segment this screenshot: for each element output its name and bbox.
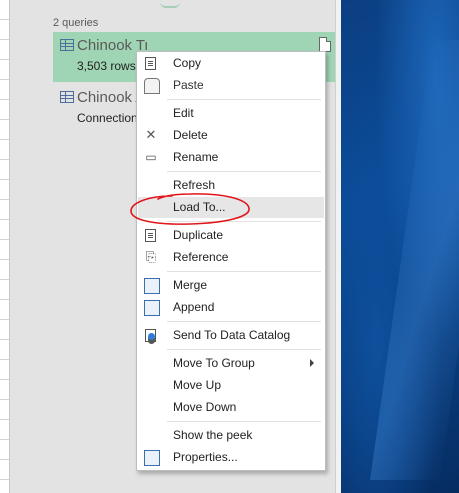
menu-item-label: Delete bbox=[173, 128, 208, 142]
menu-item-duplicate[interactable]: Duplicate bbox=[138, 225, 324, 246]
merge-icon bbox=[144, 278, 160, 294]
page-icon bbox=[319, 37, 331, 52]
menu-separator bbox=[167, 349, 321, 350]
menu-item-label: Copy bbox=[173, 56, 202, 70]
menu-item-label: Refresh bbox=[173, 178, 216, 192]
append-icon bbox=[144, 300, 160, 316]
menu-item-label: Duplicate bbox=[173, 228, 224, 242]
desktop-background bbox=[341, 0, 459, 493]
menu-item-label: Rename bbox=[173, 150, 219, 164]
menu-separator bbox=[167, 421, 321, 422]
desktop-light-beam bbox=[370, 40, 459, 480]
menu-item-append[interactable]: Append bbox=[138, 297, 324, 318]
menu-separator bbox=[167, 171, 321, 172]
menu-item-label: Load To... bbox=[173, 200, 226, 214]
menu-item-label: Move To Group bbox=[173, 356, 255, 370]
menu-item-label: Append bbox=[173, 300, 215, 314]
menu-item-label: Paste bbox=[173, 78, 204, 92]
menu-item-show-the-peek[interactable]: Show the peek bbox=[138, 425, 324, 446]
query-status: Connection only. bbox=[77, 111, 137, 125]
menu-item-load-to[interactable]: Load To... bbox=[138, 197, 324, 218]
menu-item-label: Move Up bbox=[173, 378, 222, 392]
menu-item-paste[interactable]: Paste bbox=[138, 75, 324, 96]
submenu-arrow-icon bbox=[310, 359, 314, 367]
menu-item-copy[interactable]: Copy bbox=[138, 53, 324, 74]
menu-separator bbox=[167, 271, 321, 272]
table-icon bbox=[60, 39, 74, 51]
menu-item-label: Merge bbox=[173, 278, 208, 292]
menu-item-refresh[interactable]: Refresh bbox=[138, 175, 324, 196]
pane-top-fragment bbox=[160, 0, 180, 8]
query-status: 3,503 rows loaded. bbox=[77, 59, 137, 73]
delete-icon: ✕ bbox=[145, 127, 157, 142]
menu-item-merge[interactable]: Merge bbox=[138, 275, 324, 296]
menu-item-label: Move Down bbox=[173, 400, 237, 414]
menu-item-rename[interactable]: ▭ Rename bbox=[138, 147, 324, 168]
queries-count: 2 queries bbox=[53, 17, 99, 29]
menu-item-edit[interactable]: Edit bbox=[138, 103, 324, 124]
menu-item-label: Show the peek bbox=[173, 428, 253, 442]
duplicate-icon bbox=[145, 229, 156, 242]
excel-grid-strip bbox=[0, 0, 10, 493]
reference-icon: ⎘ bbox=[145, 249, 157, 264]
context-menu: Copy Paste Edit ✕ Delete ▭ Rename Refres… bbox=[136, 51, 326, 471]
menu-item-move-up[interactable]: Move Up bbox=[138, 375, 324, 396]
menu-item-send-to-data-catalog[interactable]: Send To Data Catalog bbox=[138, 325, 324, 346]
rename-icon: ▭ bbox=[145, 150, 157, 164]
menu-item-properties[interactable]: Properties... bbox=[138, 447, 324, 468]
menu-item-move-down[interactable]: Move Down bbox=[138, 397, 324, 418]
menu-item-label: Properties... bbox=[173, 450, 238, 464]
menu-item-label: Reference bbox=[173, 250, 229, 264]
menu-item-label: Send To Data Catalog bbox=[173, 328, 291, 342]
paste-icon bbox=[144, 78, 160, 94]
menu-separator bbox=[167, 99, 321, 100]
menu-separator bbox=[167, 321, 321, 322]
menu-item-label: Edit bbox=[173, 106, 194, 120]
menu-separator bbox=[167, 221, 321, 222]
menu-item-delete[interactable]: ✕ Delete bbox=[138, 125, 324, 146]
send-to-catalog-icon bbox=[145, 329, 156, 342]
copy-icon bbox=[145, 57, 156, 70]
menu-item-reference[interactable]: ⎘ Reference bbox=[138, 247, 324, 268]
properties-icon bbox=[144, 450, 160, 466]
table-icon bbox=[60, 91, 74, 103]
menu-item-move-to-group[interactable]: Move To Group bbox=[138, 353, 324, 374]
